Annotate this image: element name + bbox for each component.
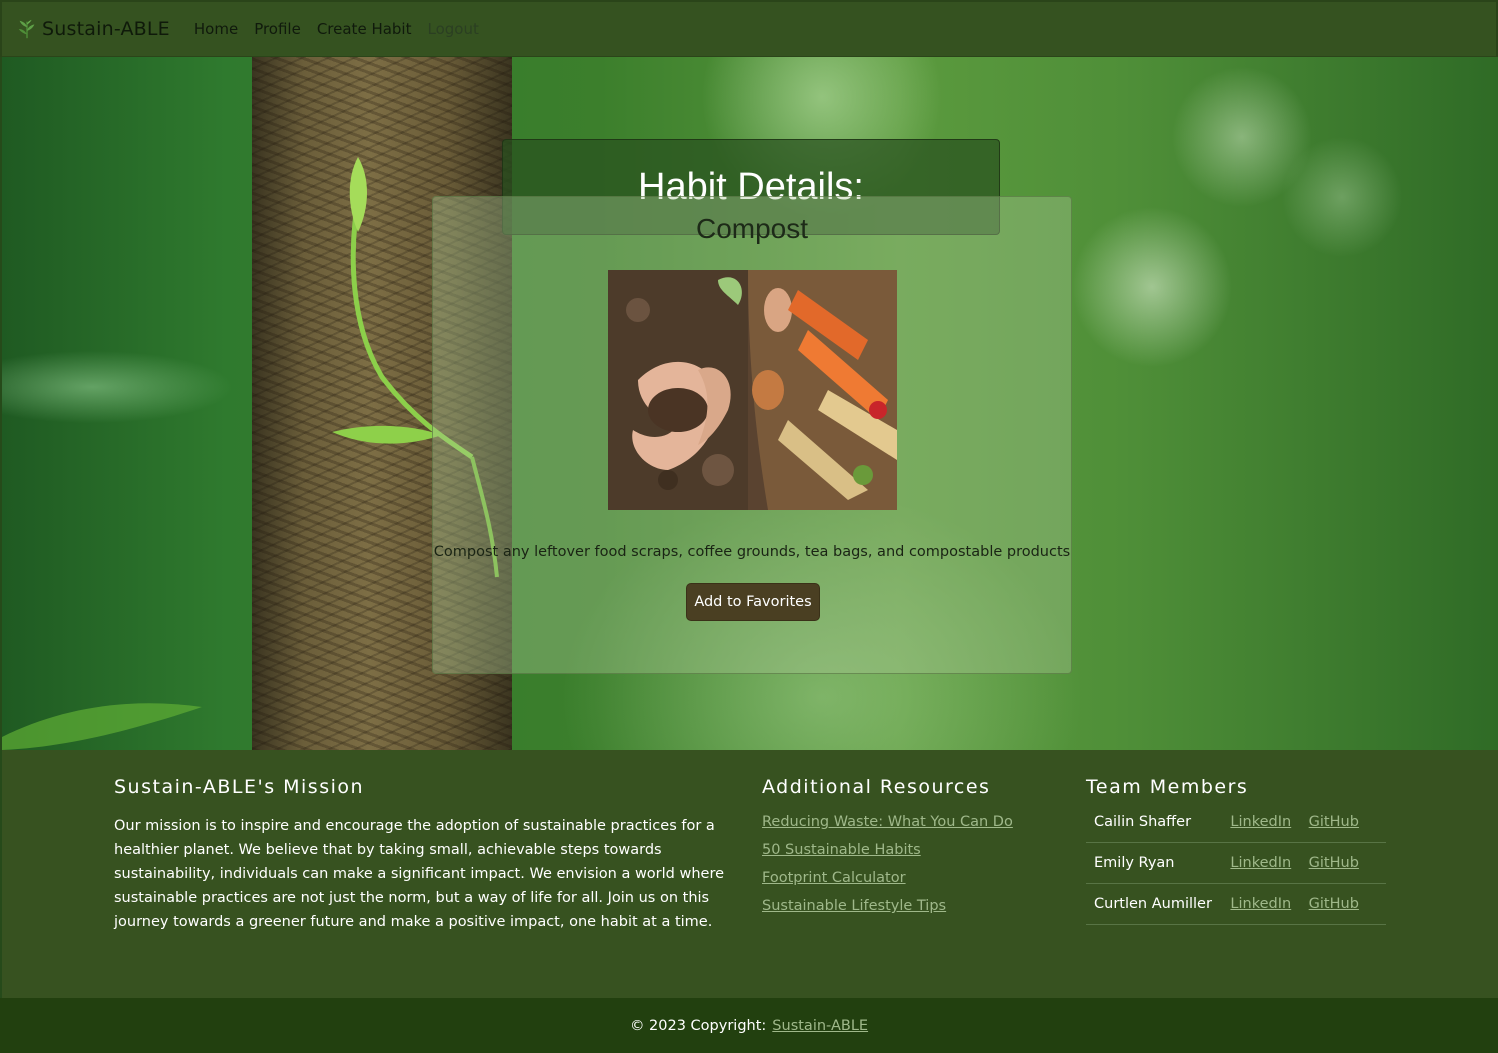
resource-link-lifestyle-tips[interactable]: Sustainable Lifestyle Tips (762, 898, 946, 914)
nav-create-habit[interactable]: Create Habit (317, 20, 412, 38)
copyright-link[interactable]: Sustain-ABLE (772, 1018, 868, 1034)
mission-text: Our mission is to inspire and encourage … (114, 818, 725, 930)
team-heading: Team Members (1086, 776, 1249, 798)
nav-links: Home Profile Create Habit Logout (194, 20, 495, 38)
team-member-name: Curtlen Aumiller (1086, 883, 1231, 925)
resource-item: Footprint Calculator (762, 870, 1013, 898)
mission-heading: Sustain-ABLE's Mission (114, 776, 365, 798)
resources-list: Reducing Waste: What You Can Do 50 Susta… (762, 814, 1013, 926)
habit-card: Compost Compost any leftover food scraps… (432, 196, 1072, 674)
team-member-name: Cailin Shaffer (1086, 802, 1231, 843)
linkedin-link[interactable]: LinkedIn (1230, 855, 1291, 871)
copyright-bar: © 2023 Copyright: Sustain-ABLE (0, 998, 1498, 1053)
resource-link-sustainable-habits[interactable]: 50 Sustainable Habits (762, 842, 921, 858)
github-link[interactable]: GitHub (1309, 814, 1359, 830)
habit-title: Compost (695, 213, 809, 244)
resource-link-footprint-calculator[interactable]: Footprint Calculator (762, 870, 906, 886)
resource-item: 50 Sustainable Habits (762, 842, 1013, 870)
resources-heading: Additional Resources (762, 776, 991, 798)
team-table: Cailin Shaffer LinkedIn GitHub Emily Rya… (1086, 802, 1386, 925)
footer: Sustain-ABLE's Mission Our mission is to… (2, 750, 1498, 998)
team-row: Cailin Shaffer LinkedIn GitHub (1086, 802, 1386, 843)
copyright-text: © 2023 Copyright: (629, 1017, 767, 1034)
add-to-favorites-button[interactable]: Add to Favorites (686, 583, 820, 621)
nav-home[interactable]: Home (194, 20, 238, 38)
compost-image (608, 270, 897, 510)
resource-item: Reducing Waste: What You Can Do (762, 814, 1013, 842)
linkedin-link[interactable]: LinkedIn (1230, 896, 1291, 912)
resource-link-reducing-waste[interactable]: Reducing Waste: What You Can Do (762, 814, 1013, 830)
github-link[interactable]: GitHub (1309, 855, 1359, 871)
nav-profile[interactable]: Profile (254, 20, 301, 38)
leaf-icon (18, 19, 35, 39)
team-row: Emily Ryan LinkedIn GitHub (1086, 842, 1386, 884)
habit-description: Compost any leftover food scraps, coffee… (433, 543, 1071, 560)
brand-name: Sustain-ABLE (42, 18, 170, 40)
hero-background: Habit Details: Compost Compost any lefto… (2, 57, 1498, 750)
nav-logout[interactable]: Logout (427, 20, 478, 38)
resource-item: Sustainable Lifestyle Tips (762, 898, 1013, 926)
team-member-name: Emily Ryan (1086, 842, 1231, 884)
team-row: Curtlen Aumiller LinkedIn GitHub (1086, 883, 1386, 925)
brand[interactable]: Sustain-ABLE (16, 18, 170, 40)
linkedin-link[interactable]: LinkedIn (1230, 814, 1291, 830)
navbar: Sustain-ABLE Home Profile Create Habit L… (0, 0, 1498, 57)
github-link[interactable]: GitHub (1309, 896, 1359, 912)
